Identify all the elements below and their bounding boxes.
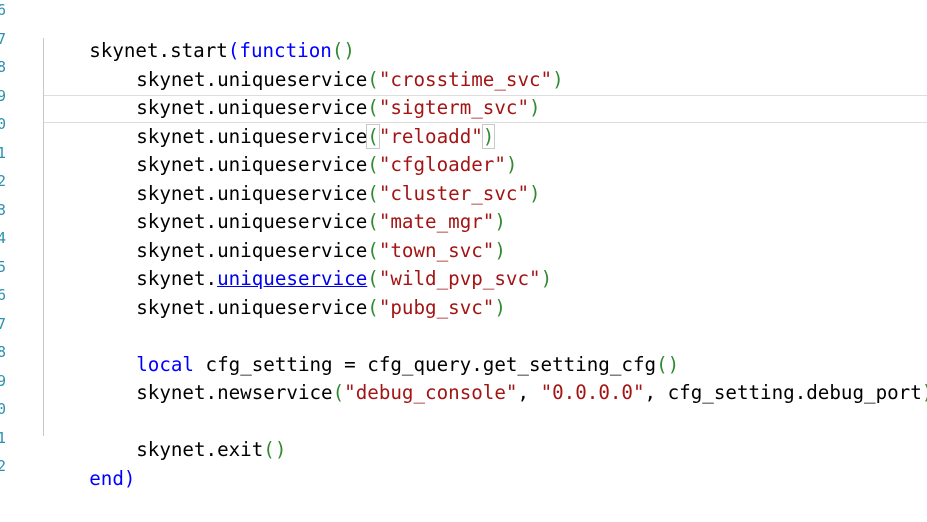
line-number: 9 <box>0 86 6 105</box>
paren-token: ( <box>367 295 379 319</box>
code-token: skynet.newservice <box>136 380 333 404</box>
paren-token: ) <box>552 67 564 91</box>
line-number: 2 <box>0 457 6 475</box>
line-number: 6 <box>0 286 6 304</box>
line-number: 8 <box>0 343 6 361</box>
code-line[interactable]: skynet.uniqueservice("crosstime_svc") <box>90 37 563 91</box>
string-token: "debug_console" <box>344 380 518 404</box>
line-number: 1 <box>0 143 6 162</box>
paren-token: () <box>263 437 287 461</box>
paren-token: ) <box>494 295 506 319</box>
paren-token: ) <box>922 381 927 404</box>
code-line[interactable]: skynet.uniqueservice("mate_mgr") <box>90 179 506 233</box>
code-line-current[interactable]: skynet.uniqueservice("reloadd") <box>90 94 496 149</box>
code-line[interactable]: skynet.exit() <box>90 407 286 461</box>
line-number: 2 <box>0 172 6 190</box>
line-number: 7 <box>0 29 6 48</box>
paren-token: ) <box>529 181 541 205</box>
code-line[interactable]: skynet.uniqueservice("cluster_svc") <box>90 151 540 205</box>
keyword-token: end <box>89 466 124 490</box>
code-token: , cfg_setting.debug_port <box>644 380 922 404</box>
paren-token: ) <box>123 466 136 490</box>
line-number: 5 <box>0 257 6 276</box>
code-line[interactable]: skynet.uniqueservice("pubg_svc") <box>90 265 506 319</box>
paren-token: ) <box>529 95 541 119</box>
code-line[interactable]: skynet.uniqueservice("wild_pvp_svc") <box>90 236 552 290</box>
line-number: 6 <box>0 1 6 19</box>
code-line[interactable]: end) <box>43 436 135 490</box>
paren-token: ( <box>332 380 345 404</box>
line-number-gutter: 6 7 8 9 0 1 2 3 4 5 6 7 8 9 0 1 2 <box>0 0 12 486</box>
line-number: 0 <box>0 400 6 418</box>
line-number: 4 <box>0 229 6 247</box>
line-number: 0 <box>0 115 6 133</box>
line-number: 3 <box>0 200 6 219</box>
paren-token: ) <box>540 266 553 290</box>
code-line[interactable]: skynet.uniqueservice("sigterm_svc") <box>90 65 540 119</box>
indent-guide <box>43 38 44 436</box>
line-number: 1 <box>0 428 6 447</box>
string-token: "pubg_svc" <box>378 295 495 319</box>
code-token: , <box>517 380 541 404</box>
code-line[interactable]: skynet.newservice("debug_console", "0.0.… <box>90 350 927 404</box>
string-token: "0.0.0.0" <box>540 380 645 404</box>
code-line[interactable]: local cfg_setting = cfg_query.get_settin… <box>90 322 679 376</box>
code-token: skynet.uniqueservice <box>136 295 368 319</box>
line-number: 9 <box>0 371 6 390</box>
code-line[interactable]: skynet.uniqueservice("cfgloader") <box>90 122 517 176</box>
code-line[interactable]: skynet.start(function() <box>43 8 355 62</box>
line-number: 8 <box>0 58 6 76</box>
code-token: skynet.exit <box>136 437 264 461</box>
code-line[interactable]: skynet.uniqueservice("town_svc") <box>90 208 506 262</box>
line-number: 7 <box>0 314 6 333</box>
